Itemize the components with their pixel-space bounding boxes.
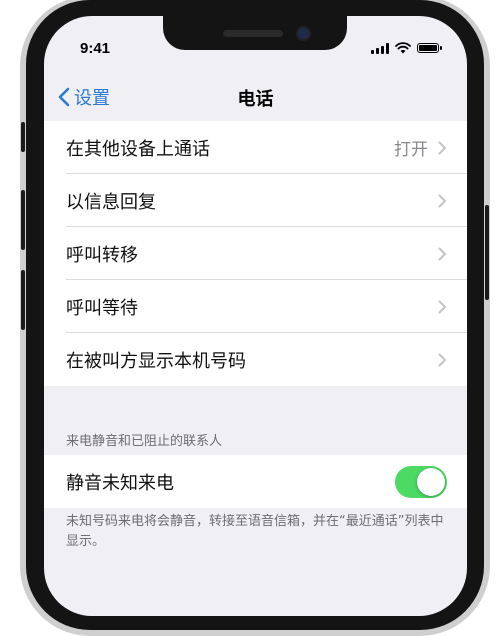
notch (163, 16, 347, 50)
row-calls-on-other-devices[interactable]: 在其他设备上通话 打开 (44, 121, 467, 174)
chevron-right-icon (438, 194, 446, 207)
row-silence-unknown-callers: 静音未知来电 (44, 455, 467, 508)
silence-unknown-callers-toggle[interactable] (395, 465, 447, 498)
chevron-right-icon (438, 300, 446, 313)
phone-screen: 9:41 设置 电话 在其他设备上通话 打开 以信息回复 呼叫转移 呼叫等待 在… (44, 16, 467, 616)
volume-up-button (21, 190, 25, 250)
status-time: 9:41 (80, 40, 111, 57)
row-show-caller-id[interactable]: 在被叫方显示本机号码 (44, 333, 467, 386)
navigation-bar: 设置 电话 (44, 76, 467, 120)
row-label: 在被叫方显示本机号码 (66, 350, 246, 372)
chevron-right-icon (438, 247, 446, 260)
speaker-grille (223, 30, 283, 37)
front-camera (298, 28, 309, 39)
volume-down-button (21, 270, 25, 330)
section-footer: 未知号码来电将会静音，转接至语音信箱，并在“最近通话”列表中显示。 (66, 514, 444, 549)
status-icons (371, 42, 442, 54)
mute-switch (21, 122, 25, 152)
row-label: 静音未知来电 (66, 472, 174, 494)
row-label: 以信息回复 (66, 191, 156, 213)
row-respond-with-text[interactable]: 以信息回复 (44, 174, 467, 227)
settings-list: 在其他设备上通话 打开 以信息回复 呼叫转移 呼叫等待 在被叫方显示本机号码 (44, 121, 467, 386)
wifi-icon (395, 42, 411, 54)
side-button (485, 205, 489, 300)
row-label: 呼叫转移 (66, 244, 138, 266)
battery-icon (417, 43, 442, 53)
page-title: 电话 (237, 89, 274, 110)
row-call-forwarding[interactable]: 呼叫转移 (44, 227, 467, 280)
chevron-right-icon (438, 353, 446, 366)
row-call-waiting[interactable]: 呼叫等待 (44, 280, 467, 333)
cellular-signal-icon (371, 42, 389, 54)
row-detail: 打开 (394, 140, 428, 160)
silence-list: 静音未知来电 (44, 455, 467, 508)
row-label: 在其他设备上通话 (66, 138, 210, 160)
section-header: 来电静音和已阻止的联系人 (66, 434, 223, 449)
chevron-right-icon (438, 141, 446, 154)
row-label: 呼叫等待 (66, 297, 138, 319)
